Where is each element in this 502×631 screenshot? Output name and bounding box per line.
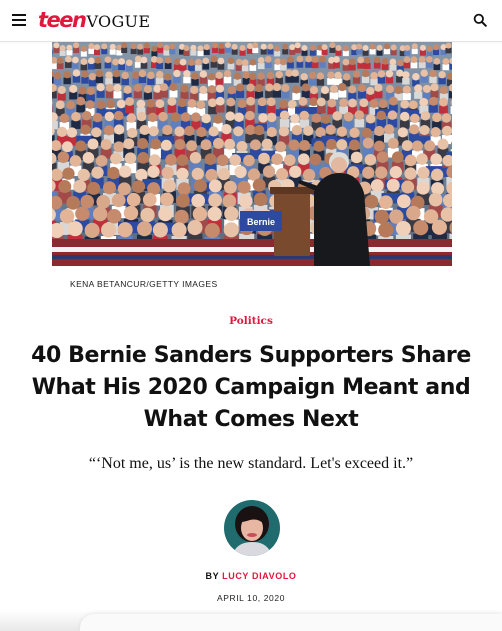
hero-image: Bernie (52, 41, 452, 266)
byline-prefix: BY (205, 571, 220, 581)
publish-date: APRIL 10, 2020 (216, 593, 286, 603)
article-dek: “‘Not me, us’ is the new standard. Let's… (88, 455, 414, 472)
article-headline: 40 Bernie Sanders Supporters Share What … (31, 343, 471, 432)
hero-barricade (52, 239, 452, 266)
logo-teen-text: teen (38, 8, 87, 32)
hero-sign-text: Bernie (247, 217, 275, 227)
bottom-sheet-edge (80, 614, 502, 631)
hero-sign: Bernie (240, 211, 282, 231)
article-rubric[interactable]: Politics (0, 315, 502, 327)
hamburger-menu-icon[interactable] (12, 14, 26, 26)
article-byline: BY LUCY DIAVOLO (0, 571, 502, 581)
logo-vogue-text: VOGUE (86, 12, 151, 31)
site-logo[interactable]: teen VOGUE (38, 8, 150, 32)
author-link[interactable]: LUCY DIAVOLO (222, 571, 296, 581)
photo-credit: KENA BETANCUR/GETTY IMAGES (70, 279, 218, 289)
search-icon[interactable] (473, 13, 487, 27)
site-header: teen VOGUE (0, 0, 502, 42)
author-avatar[interactable] (224, 500, 280, 556)
